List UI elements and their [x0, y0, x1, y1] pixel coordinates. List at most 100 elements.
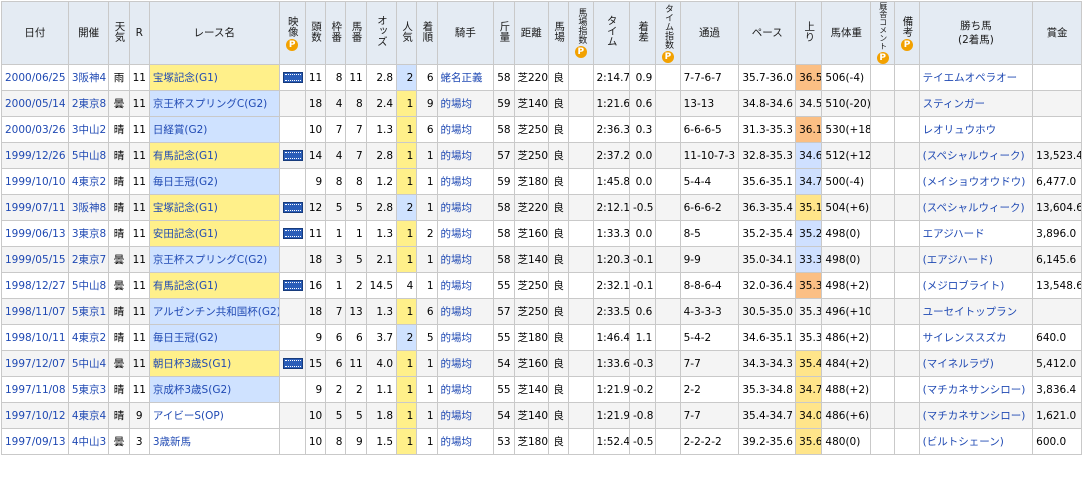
- winner-link[interactable]: (ビルトシェーン): [918, 428, 1034, 455]
- jockey-link[interactable]: 的場均: [436, 350, 495, 377]
- header-finish[interactable]: 着順: [416, 1, 438, 65]
- race-name-link[interactable]: 宝塚記念(G1): [148, 64, 280, 91]
- date-link[interactable]: 2000/03/26: [1, 116, 69, 143]
- premium-p-icon[interactable]: P: [876, 52, 889, 64]
- jockey-link[interactable]: 的場均: [436, 116, 495, 143]
- venue-link[interactable]: 2東京8: [67, 90, 110, 117]
- header-passing[interactable]: 通過: [679, 1, 740, 65]
- winner-link[interactable]: サイレンススズカ: [918, 324, 1034, 351]
- venue-link[interactable]: 4中山3: [67, 428, 110, 455]
- date-link[interactable]: 1997/11/08: [1, 376, 69, 403]
- winner-link[interactable]: (スペシャルウィーク): [918, 194, 1034, 221]
- video-film-icon[interactable]: [282, 202, 303, 213]
- header-odds[interactable]: オッズ: [365, 1, 398, 65]
- race-name-link[interactable]: 京王杯スプリングC(G2): [148, 246, 280, 273]
- winner-link[interactable]: (マチカネサンシロー): [918, 402, 1034, 429]
- header-jockey[interactable]: 騎手: [436, 1, 495, 65]
- venue-link[interactable]: 5東京1: [67, 298, 110, 325]
- date-link[interactable]: 1998/12/27: [1, 272, 69, 299]
- winner-link[interactable]: (メジロブライト): [918, 272, 1034, 299]
- venue-link[interactable]: 5中山8: [67, 272, 110, 299]
- jockey-link[interactable]: 的場均: [436, 272, 495, 299]
- header-weight[interactable]: 斤量: [493, 1, 515, 65]
- winner-link[interactable]: (マイネルラヴ): [918, 350, 1034, 377]
- winner-link[interactable]: (スペシャルウィーク): [918, 142, 1034, 169]
- premium-p-icon[interactable]: P: [286, 38, 299, 51]
- race-name-link[interactable]: 安田記念(G1): [148, 220, 280, 247]
- header-body-weight[interactable]: 馬体重: [821, 1, 872, 65]
- jockey-link[interactable]: 的場均: [436, 402, 495, 429]
- date-link[interactable]: 1999/05/15: [1, 246, 69, 273]
- venue-link[interactable]: 5中山4: [67, 350, 110, 377]
- race-name-link[interactable]: アルゼンチン共和国杯(G2): [148, 298, 280, 325]
- date-link[interactable]: 1997/12/07: [1, 350, 69, 377]
- video-film-icon[interactable]: [282, 150, 303, 161]
- date-link[interactable]: 1999/12/26: [1, 142, 69, 169]
- video-film-icon[interactable]: [282, 280, 303, 291]
- header-r[interactable]: R: [128, 1, 150, 65]
- race-name-link[interactable]: 毎日王冠(G2): [148, 168, 280, 195]
- header-race[interactable]: レース名: [148, 1, 280, 65]
- video-film-icon[interactable]: [282, 228, 303, 239]
- winner-link[interactable]: (マチカネサンシロー): [918, 376, 1034, 403]
- header-winner[interactable]: 勝ち馬 (2着馬): [918, 1, 1034, 65]
- venue-link[interactable]: 4東京4: [67, 402, 110, 429]
- jockey-link[interactable]: 的場均: [436, 324, 495, 351]
- jockey-link[interactable]: 的場均: [436, 246, 495, 273]
- header-horse-no[interactable]: 馬番: [345, 1, 367, 65]
- race-name-link[interactable]: アイビーS(OP): [148, 402, 280, 429]
- winner-link[interactable]: エアジハード: [918, 220, 1034, 247]
- race-name-link[interactable]: 朝日杯3歳S(G1): [148, 350, 280, 377]
- header-track[interactable]: 馬場: [547, 1, 570, 65]
- video-film-icon[interactable]: [282, 358, 303, 369]
- venue-link[interactable]: 4東京2: [67, 168, 110, 195]
- header-venue[interactable]: 開催: [67, 1, 110, 65]
- premium-p-icon[interactable]: P: [901, 38, 914, 51]
- race-name-link[interactable]: 3歳新馬: [148, 428, 280, 455]
- race-name-link[interactable]: 有馬記念(G1): [148, 142, 280, 169]
- race-name-link[interactable]: 宝塚記念(G1): [148, 194, 280, 221]
- date-link[interactable]: 1999/06/13: [1, 220, 69, 247]
- jockey-link[interactable]: 的場均: [436, 194, 495, 221]
- header-distance[interactable]: 距離: [513, 1, 549, 65]
- video-film-icon[interactable]: [282, 72, 303, 83]
- header-prize[interactable]: 賞金: [1032, 1, 1082, 65]
- header-margin[interactable]: 着差: [628, 1, 657, 65]
- jockey-link[interactable]: 的場均: [436, 90, 495, 117]
- venue-link[interactable]: 3中山2: [67, 116, 110, 143]
- jockey-link[interactable]: 的場均: [436, 142, 495, 169]
- race-name-link[interactable]: 京成杯3歳S(G2): [148, 376, 280, 403]
- jockey-link[interactable]: 的場均: [436, 168, 495, 195]
- header-time[interactable]: タイム: [592, 1, 630, 65]
- venue-link[interactable]: 2東京7: [67, 246, 110, 273]
- date-link[interactable]: 1999/07/11: [1, 194, 69, 221]
- winner-link[interactable]: テイエムオペラオー: [918, 64, 1034, 91]
- header-pace[interactable]: ペース: [738, 1, 797, 65]
- venue-link[interactable]: 3阪神4: [67, 64, 110, 91]
- venue-link[interactable]: 5中山8: [67, 142, 110, 169]
- header-frame[interactable]: 枠番: [325, 1, 347, 65]
- jockey-link[interactable]: 的場均: [436, 220, 495, 247]
- date-link[interactable]: 1997/10/12: [1, 402, 69, 429]
- race-name-link[interactable]: 日経賞(G2): [148, 116, 280, 143]
- premium-p-icon[interactable]: P: [574, 46, 587, 58]
- winner-link[interactable]: スティンガー: [918, 90, 1034, 117]
- winner-link[interactable]: (メイショウオウドウ): [918, 168, 1034, 195]
- jockey-link[interactable]: 的場均: [436, 298, 495, 325]
- date-link[interactable]: 2000/05/14: [1, 90, 69, 117]
- race-name-link[interactable]: 有馬記念(G1): [148, 272, 280, 299]
- venue-link[interactable]: 4東京2: [67, 324, 110, 351]
- venue-link[interactable]: 5東京3: [67, 376, 110, 403]
- winner-link[interactable]: レオリュウホウ: [918, 116, 1034, 143]
- header-heads[interactable]: 頭数: [304, 1, 327, 65]
- premium-p-icon[interactable]: P: [661, 50, 674, 63]
- header-date[interactable]: 日付: [1, 1, 69, 65]
- header-weather[interactable]: 天気: [108, 1, 130, 65]
- date-link[interactable]: 1999/10/10: [1, 168, 69, 195]
- date-link[interactable]: 1998/10/11: [1, 324, 69, 351]
- venue-link[interactable]: 3阪神8: [67, 194, 110, 221]
- jockey-link[interactable]: 的場均: [436, 376, 495, 403]
- jockey-link[interactable]: 的場均: [436, 428, 495, 455]
- jockey-link[interactable]: 蛯名正義: [436, 64, 495, 91]
- header-last3f[interactable]: 上り: [795, 1, 823, 65]
